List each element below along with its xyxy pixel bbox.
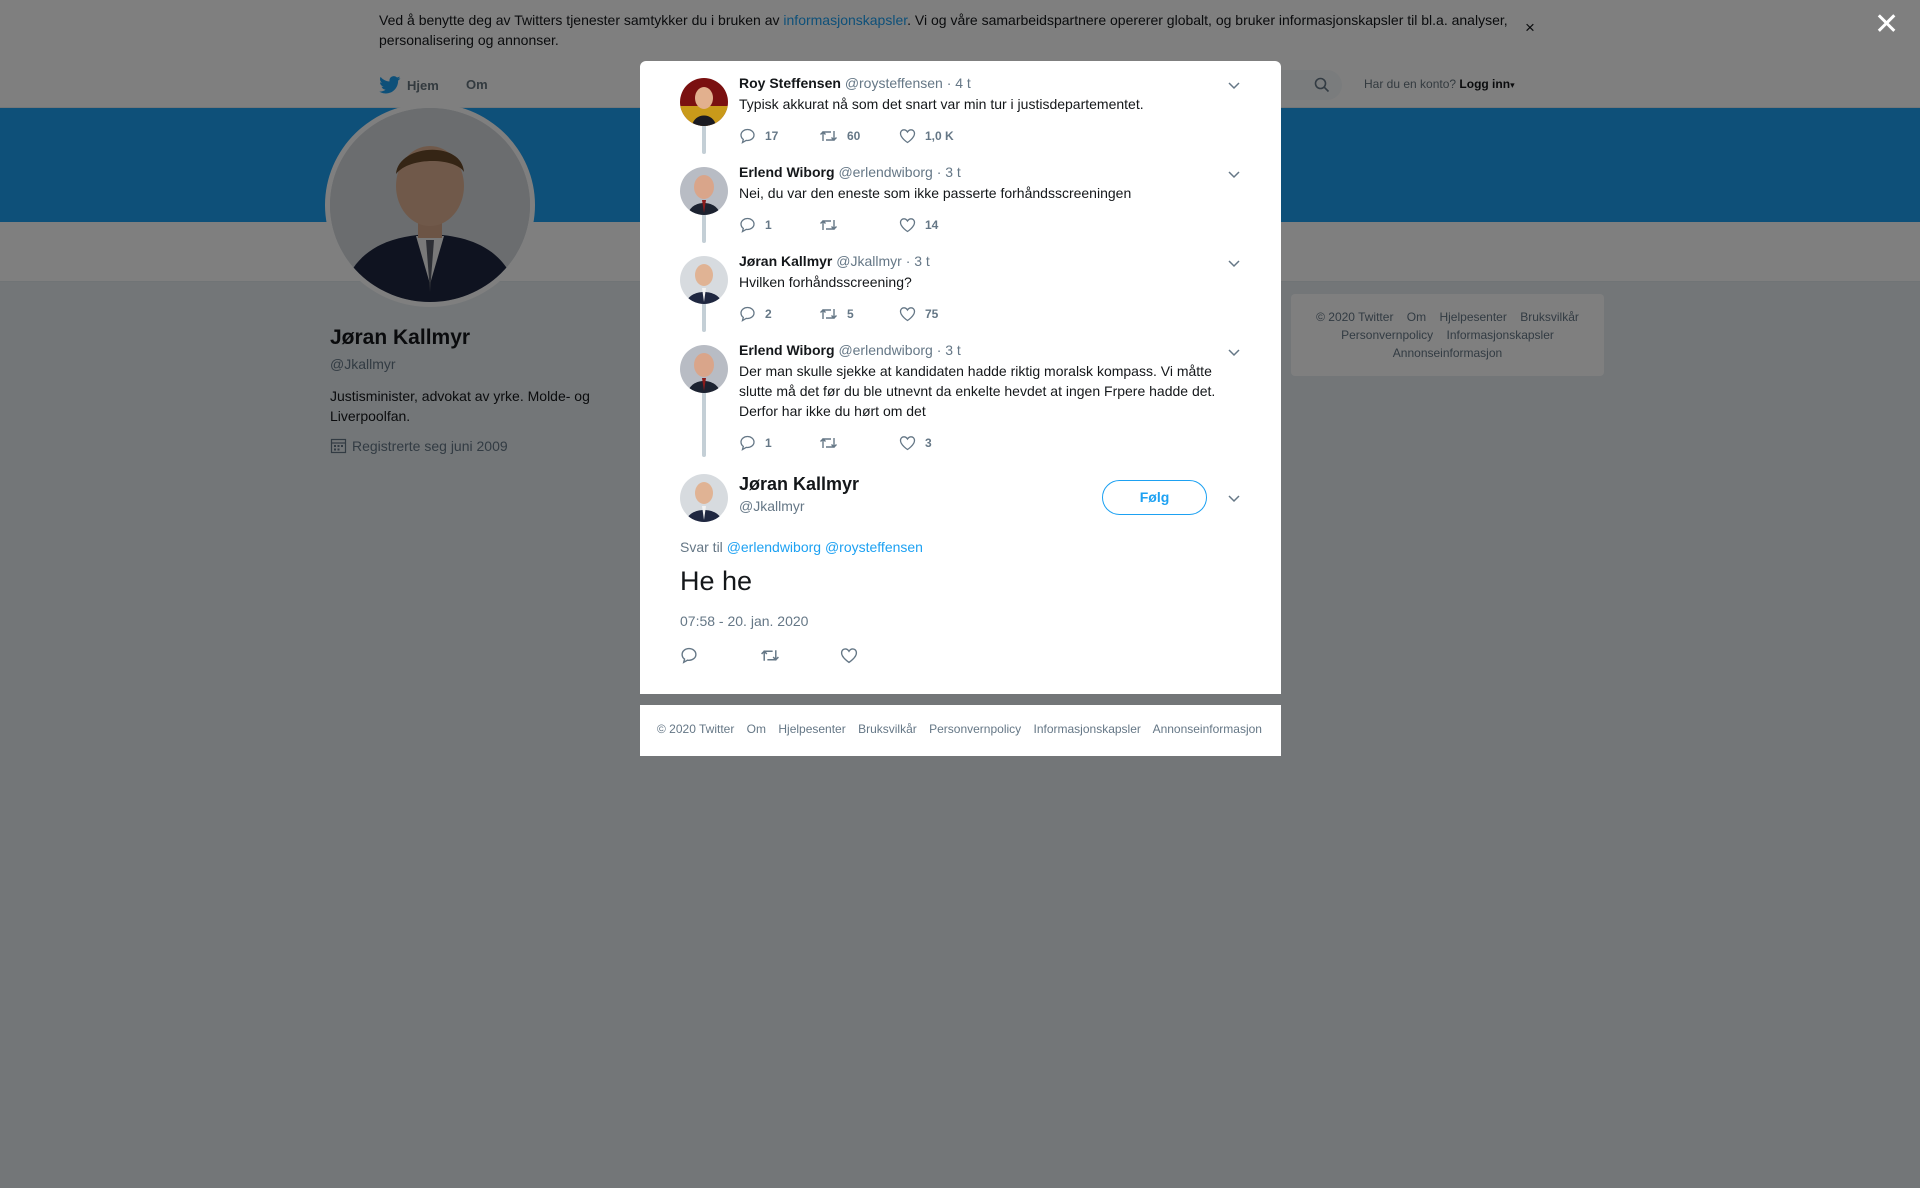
reply-to-line: Svar til @erlendwiborg @roysteffensen [680,539,923,555]
chevron-down-icon[interactable] [1227,491,1241,505]
like-count: 3 [925,436,932,450]
tweet-text: Hvilken forhåndsscreening? [739,274,912,290]
reply-icon [740,306,755,322]
reply-button[interactable]: 2 [739,306,819,322]
reply-icon [740,217,755,233]
reply-icon [740,435,755,451]
close-icon[interactable]: ✕ [1874,10,1899,40]
tweet-meta[interactable]: @roysteffensen · 4 t [845,75,971,91]
chevron-down-icon[interactable] [1227,256,1241,270]
retweet-button[interactable] [819,217,899,233]
like-button[interactable]: 75 [899,306,979,322]
tweet-text: Typisk akkurat nå som det snart var min … [739,96,1144,112]
retweet-icon [820,220,837,230]
tweet-meta[interactable]: @erlendwiborg · 3 t [838,164,960,180]
reply-to-link[interactable]: @roysteffensen [825,539,923,555]
retweet-button[interactable]: 60 [819,128,899,144]
chevron-down-icon[interactable] [1227,167,1241,181]
chevron-down-icon[interactable] [1227,78,1241,92]
reply-count: 17 [765,129,779,143]
retweet-icon [820,438,837,448]
avatar[interactable] [680,474,728,522]
avatar[interactable] [680,345,728,393]
reply-button[interactable]: 1 [739,435,819,451]
tweet-meta[interactable]: @Jkallmyr · 3 t [836,253,930,269]
avatar[interactable] [680,256,728,304]
tweet-author-name[interactable]: Erlend Wiborg [739,342,835,358]
footer-link[interactable]: Informasjonskapsler [1034,722,1141,736]
tweet-actions: 2 5 75 [739,305,979,323]
tweet-header: Erlend Wiborg @erlendwiborg · 3 t [739,164,961,180]
like-icon [840,648,858,664]
retweet-count: 60 [847,129,861,143]
chevron-down-icon[interactable] [1227,345,1241,359]
tweet-text: Der man skulle sjekke at kandidaten hadd… [739,363,1216,419]
retweet-button[interactable]: 5 [819,306,899,322]
like-icon [899,436,916,451]
footer-link[interactable]: Hjelpesenter [778,722,845,736]
avatar-image [680,256,728,304]
tweet-modal: Roy Steffensen @roysteffensen · 4 t Typi… [640,61,1281,694]
footer-link[interactable]: Om [747,722,766,736]
like-count: 75 [925,307,939,321]
follow-button[interactable]: Følg [1102,480,1207,515]
like-button[interactable] [840,647,920,669]
main-tweet-handle[interactable]: @Jkallmyr [739,498,805,514]
main-tweet-text: He he [680,566,753,596]
reply-icon [740,128,755,144]
like-button[interactable]: 14 [899,217,979,233]
like-count: 1,0 K [925,129,954,143]
avatar-image [680,474,728,522]
avatar-image [680,78,728,126]
reply-icon [681,647,697,664]
retweet-button[interactable] [760,647,840,669]
tweet-author-name[interactable]: Jøran Kallmyr [739,253,832,269]
like-button[interactable]: 1,0 K [899,128,979,144]
avatar-image [680,345,728,393]
reply-to-label: Svar til [680,539,723,555]
tweet-actions: 1 3 [739,434,979,452]
like-icon [899,307,916,322]
reply-button[interactable]: 17 [739,128,819,144]
like-icon [899,129,916,144]
reply-button[interactable]: 1 [739,217,819,233]
footer-link[interactable]: Annonseinformasjon [1153,722,1262,736]
retweet-icon [761,650,779,661]
reply-button[interactable] [680,647,760,669]
like-icon [899,218,916,233]
avatar-image [680,167,728,215]
reply-count: 1 [765,436,772,450]
main-tweet-actions [680,647,920,669]
tweet-header: Roy Steffensen @roysteffensen · 4 t [739,75,971,91]
like-count: 14 [925,218,939,232]
retweet-button[interactable] [819,435,899,451]
modal-footer: © 2020 Twitter Om Hjelpesenter Bruksvilk… [640,705,1281,756]
tweet-author-name[interactable]: Erlend Wiborg [739,164,835,180]
footer-link[interactable]: Personvernpolicy [929,722,1021,736]
tweet-actions: 1 14 [739,216,979,234]
reply-count: 1 [765,218,772,232]
tweet-meta[interactable]: @erlendwiborg · 3 t [838,342,960,358]
tweet-header: Jøran Kallmyr @Jkallmyr · 3 t [739,253,930,269]
retweet-icon [820,131,837,141]
main-tweet-timestamp[interactable]: 07:58 - 20. jan. 2020 [680,613,808,629]
retweet-icon [820,309,837,319]
like-button[interactable]: 3 [899,435,979,451]
tweet-text: Nei, du var den eneste som ikke passerte… [739,185,1132,201]
reply-to-link[interactable]: @erlendwiborg [727,539,821,555]
tweet-header: Erlend Wiborg @erlendwiborg · 3 t [739,342,961,358]
footer-link[interactable]: © 2020 Twitter [657,722,734,736]
retweet-count: 5 [847,307,854,321]
main-tweet-author-name[interactable]: Jøran Kallmyr [739,474,859,495]
tweet-author-name[interactable]: Roy Steffensen [739,75,841,91]
reply-count: 2 [765,307,772,321]
footer-link[interactable]: Bruksvilkår [858,722,917,736]
avatar[interactable] [680,78,728,126]
tweet-actions: 17 60 1,0 K [739,127,979,145]
avatar[interactable] [680,167,728,215]
